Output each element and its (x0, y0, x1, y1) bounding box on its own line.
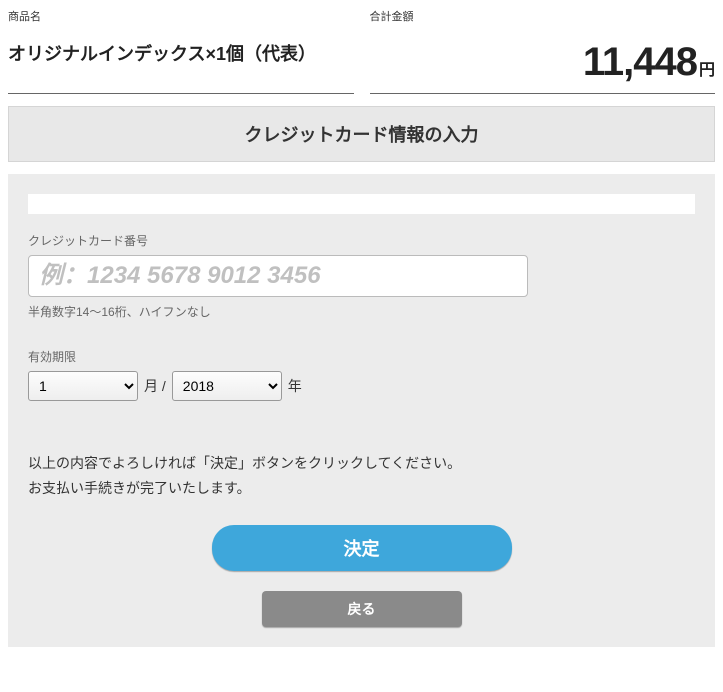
expiry-year-select[interactable]: 2018 (172, 371, 282, 401)
confirm-line2: お支払い手続きが完了いたします。 (28, 476, 695, 501)
cc-hint: 半角数字14〜16桁、ハイフンなし (28, 303, 695, 320)
total-label: 合計金額 (370, 8, 716, 24)
year-suffix: 年 (288, 376, 302, 396)
order-summary: 商品名 オリジナルインデックス×1個（代表） 合計金額 11,448円 (8, 8, 715, 94)
cc-label: クレジットカード番号 (28, 232, 695, 249)
back-button[interactable]: 戻る (262, 591, 462, 627)
expiry-month-select[interactable]: 1 (28, 371, 138, 401)
product-summary: 商品名 オリジナルインデックス×1個（代表） (8, 8, 354, 94)
total-value: 11,448 (583, 40, 697, 84)
section-title: クレジットカード情報の入力 (8, 106, 715, 162)
confirm-text: 以上の内容でよろしければ「決定」ボタンをクリックしてください。 お支払い手続きが… (28, 451, 695, 501)
expiry-field-group: 有効期限 1 月 / 2018 年 (28, 348, 695, 401)
total-price: 11,448円 (370, 40, 716, 85)
total-summary: 合計金額 11,448円 (370, 8, 716, 94)
confirm-line1: 以上の内容でよろしければ「決定」ボタンをクリックしてください。 (28, 451, 695, 476)
blank-bar (28, 194, 695, 214)
product-name: オリジナルインデックス×1個（代表） (8, 40, 354, 66)
button-area: 決定 戻る (28, 525, 695, 627)
product-label: 商品名 (8, 8, 354, 24)
month-suffix: 月 / (144, 376, 166, 396)
cc-field-group: クレジットカード番号 半角数字14〜16桁、ハイフンなし (28, 232, 695, 320)
cc-input[interactable] (28, 255, 528, 297)
total-unit: 円 (699, 62, 715, 79)
submit-button[interactable]: 決定 (212, 525, 512, 571)
form-area: クレジットカード番号 半角数字14〜16桁、ハイフンなし 有効期限 1 月 / … (8, 174, 715, 647)
expiry-label: 有効期限 (28, 348, 695, 365)
